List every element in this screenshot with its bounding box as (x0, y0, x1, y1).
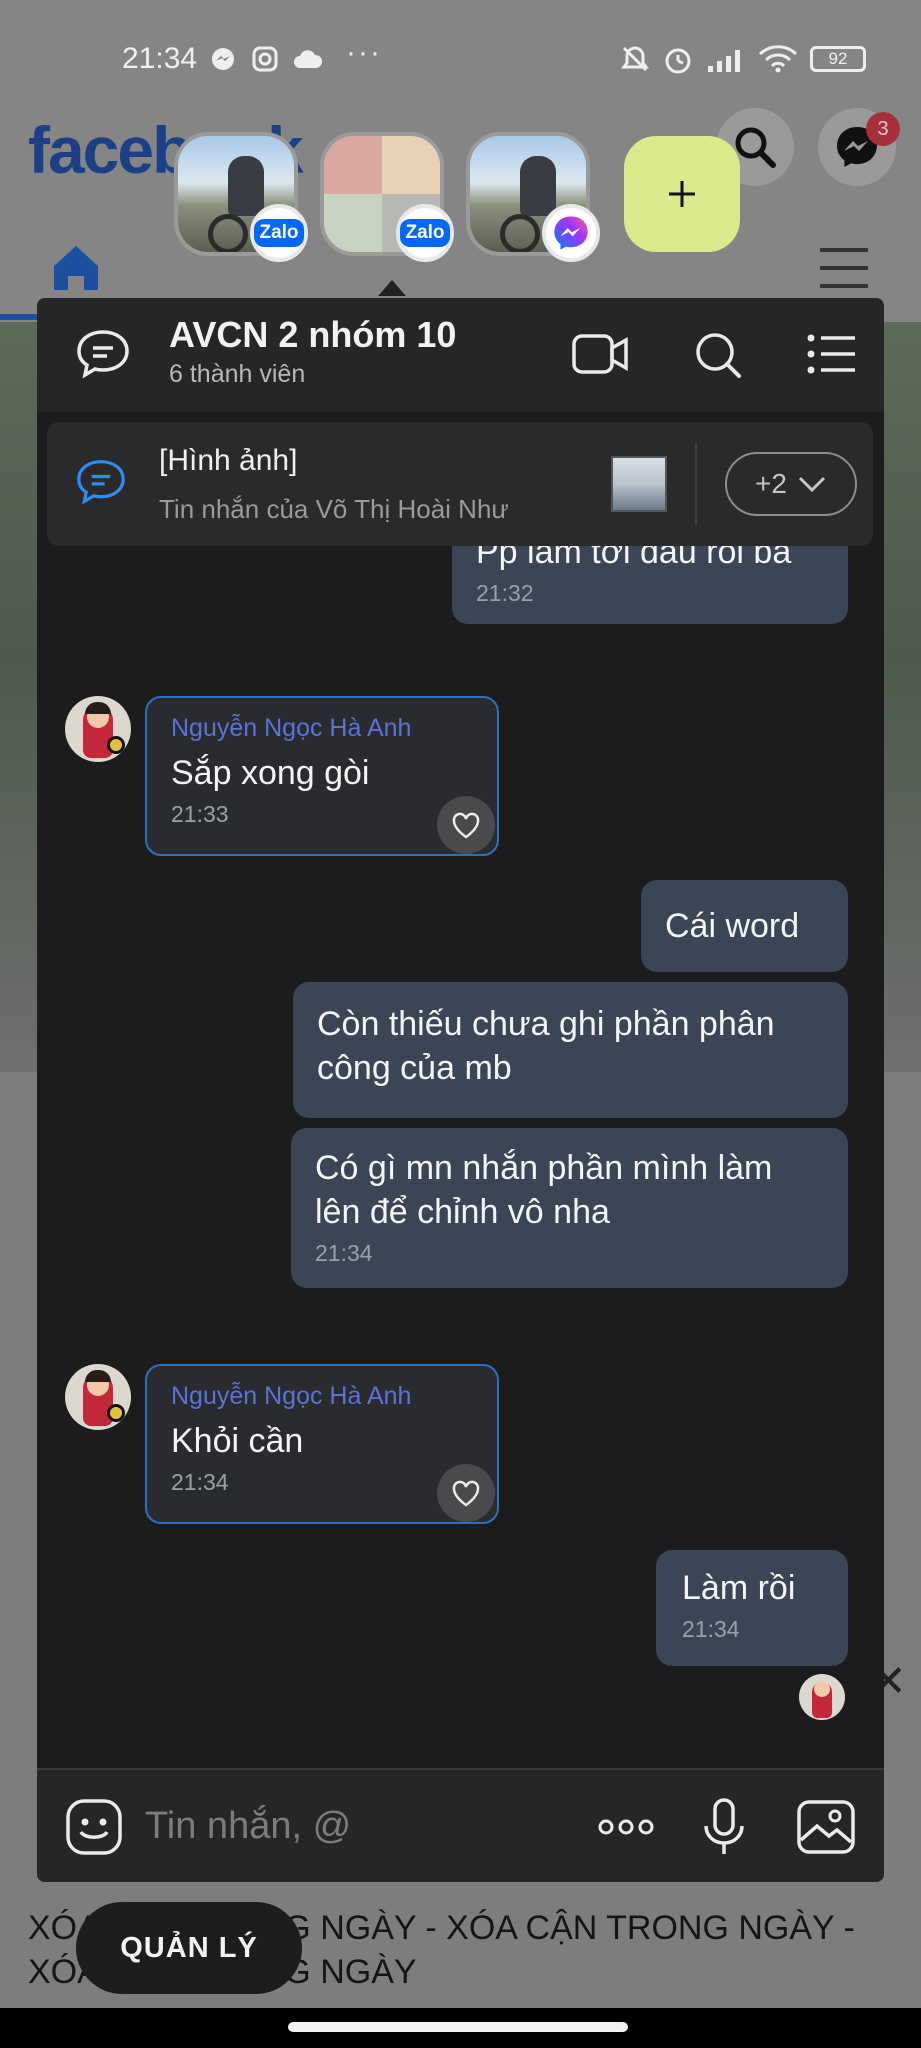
heart-icon (452, 812, 480, 839)
message-outgoing[interactable]: Cái word (641, 880, 848, 972)
message-text: Cái word (665, 907, 800, 945)
messenger-badge-count: 3 (866, 112, 900, 146)
add-chat-head-button[interactable] (624, 136, 740, 252)
chat-head-pointer (378, 280, 406, 296)
chat-window: AVCN 2 nhóm 10 6 thành viên [Hình ảnh] T… (37, 298, 884, 1882)
image-icon[interactable] (795, 1796, 857, 1858)
heart-react-button[interactable] (437, 796, 495, 854)
message-outgoing[interactable]: Còn thiếu chưa ghi phần phân công của mb (293, 982, 848, 1118)
manage-button[interactable]: QUẢN LÝ (76, 1902, 302, 1994)
more-pinned-count: +2 (755, 468, 787, 499)
battery-indicator: 92 (810, 46, 866, 72)
more-notifications-icon: ··· (346, 36, 382, 69)
message-text: Sắp xong gòi (171, 754, 370, 792)
message-time: 21:34 (682, 1616, 740, 1642)
pinned-message[interactable]: [Hình ảnh] Tin nhắn của Võ Thị Hoài Như … (47, 422, 873, 546)
zalo-badge-2: Zalo (396, 204, 454, 262)
chat-header: AVCN 2 nhóm 10 6 thành viên (37, 298, 884, 412)
message-time: 21:32 (476, 580, 534, 606)
cloud-icon (294, 50, 323, 68)
sender-name: Nguyễn Ngọc Hà Anh (171, 714, 412, 742)
pinned-thumbnail (611, 456, 667, 512)
more-options-icon[interactable] (595, 1796, 657, 1858)
wifi-icon (758, 45, 798, 73)
pinned-title: [Hình ảnh] (159, 444, 298, 477)
pinned-subtitle: Tin nhắn của Võ Thị Hoài Như (159, 494, 509, 524)
zalo-label: Zalo (254, 219, 304, 247)
pinned-chat-icon (77, 460, 125, 505)
heart-icon (452, 1480, 480, 1507)
instagram-icon (252, 46, 278, 72)
zalo-label: Zalo (400, 219, 450, 247)
message-text: Pp làm tới đâu rồi bà (476, 546, 792, 571)
message-outgoing[interactable]: Có gì mn nhắn phần mình làm lên để chỉnh… (291, 1128, 848, 1288)
messenger-badge (542, 204, 600, 262)
chat-title: AVCN 2 nhóm 10 (169, 314, 457, 355)
sender-name: Nguyễn Ngọc Hà Anh (171, 1382, 412, 1410)
message-text: Có gì mn nhắn phần mình làm lên để chỉnh… (315, 1149, 773, 1231)
seen-avatar (799, 1674, 845, 1720)
message-list: Pp làm tới đâu rồi bà 21:32 Nguyễn Ngọc … (37, 546, 884, 1768)
search-icon[interactable] (689, 328, 747, 380)
message-text: Làm rồi (682, 1569, 796, 1607)
message-composer (37, 1768, 884, 1882)
alarm-icon (665, 48, 691, 74)
message-outgoing[interactable]: Pp làm tới đâu rồi bà 21:32 (452, 546, 848, 624)
sender-avatar[interactable] (65, 696, 131, 762)
signal-icon (708, 50, 740, 72)
sticker-icon[interactable] (63, 1796, 125, 1858)
message-text: Khỏi cần (171, 1422, 304, 1460)
chevron-down-icon (798, 476, 826, 493)
message-time: 21:34 (171, 1469, 229, 1495)
menu-list-icon[interactable] (803, 328, 861, 380)
message-time: 21:33 (171, 801, 229, 827)
messenger-notif-icon (212, 48, 234, 70)
messenger-icon (554, 216, 588, 250)
heart-react-button[interactable] (437, 1464, 495, 1522)
sender-avatar[interactable] (65, 1364, 131, 1430)
message-text: Còn thiếu chưa ghi phần phân công của mb (317, 1005, 775, 1087)
chat-member-count: 6 thành viên (169, 360, 306, 388)
zalo-badge-1: Zalo (250, 204, 308, 262)
plus-icon (669, 181, 695, 207)
status-time: 21:34 (122, 42, 198, 75)
video-call-icon[interactable] (571, 328, 629, 380)
chat-bubble-icon[interactable] (75, 328, 131, 380)
more-pinned-button[interactable]: +2 (725, 452, 857, 516)
home-icon[interactable] (48, 240, 104, 296)
microphone-icon[interactable] (693, 1796, 755, 1858)
message-time: 21:34 (315, 1240, 373, 1266)
home-indicator[interactable] (288, 2022, 628, 2032)
message-outgoing[interactable]: Làm rồi 21:34 (656, 1550, 848, 1666)
pinned-divider (695, 442, 697, 526)
menu-icon[interactable] (816, 240, 872, 296)
status-bar: 21:34 ··· 92 (0, 36, 921, 88)
message-input[interactable] (145, 1798, 585, 1854)
mute-icon (621, 46, 649, 72)
